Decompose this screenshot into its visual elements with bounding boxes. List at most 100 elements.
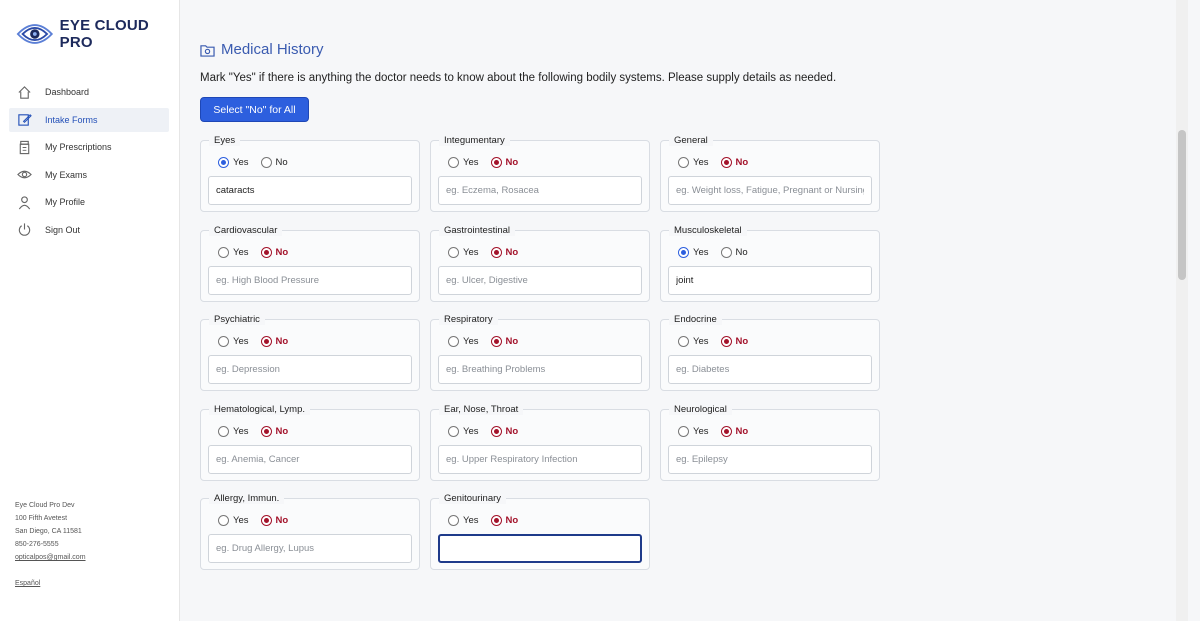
radio-dot[interactable] xyxy=(490,246,502,258)
no-radio[interactable]: No xyxy=(260,336,289,347)
radio-dot[interactable] xyxy=(448,246,459,258)
yes-label: Yes xyxy=(233,515,249,526)
radio-dot[interactable] xyxy=(448,515,459,526)
no-radio[interactable]: No xyxy=(490,246,518,258)
radio-dot[interactable] xyxy=(678,425,689,437)
brand-logo[interactable]: EYE CLOUD PRO xyxy=(16,17,179,51)
sidebar-item-my-profile[interactable]: My Profile xyxy=(9,190,169,214)
sidebar-item-sign-out[interactable]: Sign Out xyxy=(9,218,169,242)
details-input[interactable] xyxy=(208,534,412,563)
radio-dot[interactable] xyxy=(720,157,732,168)
no-radio[interactable]: No xyxy=(720,246,748,258)
details-input[interactable] xyxy=(668,355,872,384)
yes-label: Yes xyxy=(463,336,479,347)
scrollbar-thumb[interactable] xyxy=(1178,130,1186,280)
system-label: General xyxy=(669,135,713,146)
sidebar-item-intake-forms[interactable]: Intake Forms xyxy=(9,107,169,132)
details-input[interactable] xyxy=(208,265,412,295)
radio-dot[interactable] xyxy=(720,246,732,258)
radio-dot[interactable] xyxy=(678,157,689,168)
radio-dot[interactable] xyxy=(448,425,459,437)
radio-dot[interactable] xyxy=(448,157,459,168)
radio-dot[interactable] xyxy=(490,157,502,168)
yes-radio[interactable]: Yes xyxy=(678,425,709,437)
scrollbar[interactable] xyxy=(1176,0,1188,621)
system-card-endocrine: Endocrine Yes No xyxy=(660,314,880,391)
yes-radio[interactable]: Yes xyxy=(678,336,709,347)
select-no-for-all-button[interactable]: Select "No" for All xyxy=(200,97,309,122)
sidebar-item-my-prescriptions[interactable]: My Prescriptions xyxy=(9,135,169,159)
yes-no-radio-group: Yes No xyxy=(678,425,760,437)
radio-dot[interactable] xyxy=(720,425,732,437)
radio-dot[interactable] xyxy=(678,336,689,347)
no-radio[interactable]: No xyxy=(490,515,518,526)
details-input[interactable] xyxy=(438,444,642,474)
yes-no-radio-group: Yes No xyxy=(678,157,760,168)
system-label: Eyes xyxy=(209,135,241,146)
details-input[interactable] xyxy=(438,355,642,384)
radio-dot[interactable] xyxy=(490,515,502,526)
sidebar-item-my-exams[interactable]: My Exams xyxy=(9,163,169,187)
radio-dot[interactable] xyxy=(218,515,229,526)
no-radio[interactable]: No xyxy=(490,336,518,347)
yes-label: Yes xyxy=(233,157,249,168)
yes-no-radio-group: Yes No xyxy=(218,246,300,258)
radio-dot[interactable] xyxy=(218,425,229,437)
yes-radio[interactable]: Yes xyxy=(678,246,709,258)
no-label: No xyxy=(735,336,749,347)
details-input[interactable] xyxy=(208,176,412,205)
radio-dot[interactable] xyxy=(260,157,272,168)
yes-radio[interactable]: Yes xyxy=(218,246,249,258)
yes-label: Yes xyxy=(693,246,709,258)
email-link[interactable]: opticalpos@gmail.com xyxy=(15,551,86,564)
yes-radio[interactable]: Yes xyxy=(448,157,479,168)
radio-dot[interactable] xyxy=(260,246,272,258)
no-label: No xyxy=(275,336,289,347)
radio-dot[interactable] xyxy=(490,425,502,437)
yes-radio[interactable]: Yes xyxy=(678,157,709,168)
details-input[interactable] xyxy=(438,176,642,205)
no-radio[interactable]: No xyxy=(260,515,289,526)
no-radio[interactable]: No xyxy=(490,157,518,168)
no-radio[interactable]: No xyxy=(260,157,288,168)
details-input[interactable] xyxy=(668,444,872,474)
no-radio[interactable]: No xyxy=(720,425,748,437)
no-label: No xyxy=(735,157,749,168)
radio-dot[interactable] xyxy=(720,336,732,347)
phone-number: 850-276-5555 xyxy=(15,541,59,548)
yes-radio[interactable]: Yes xyxy=(218,157,249,168)
no-radio[interactable]: No xyxy=(720,336,749,347)
details-input[interactable] xyxy=(438,534,642,563)
details-input[interactable] xyxy=(208,355,412,384)
sidebar-item-dashboard[interactable]: Dashboard xyxy=(9,80,169,104)
yes-no-radio-group: Yes No xyxy=(448,336,530,347)
details-input[interactable] xyxy=(438,265,642,295)
radio-dot[interactable] xyxy=(490,336,502,347)
radio-dot[interactable] xyxy=(218,246,229,258)
language-link[interactable]: Español xyxy=(15,577,86,590)
yes-radio[interactable]: Yes xyxy=(448,246,479,258)
details-input[interactable] xyxy=(668,176,872,205)
no-label: No xyxy=(275,515,289,526)
yes-radio[interactable]: Yes xyxy=(448,515,479,526)
no-radio[interactable]: No xyxy=(260,425,288,437)
no-radio[interactable]: No xyxy=(490,425,519,437)
yes-label: Yes xyxy=(693,425,709,437)
no-radio[interactable]: No xyxy=(260,246,288,258)
radio-dot[interactable] xyxy=(678,246,689,258)
radio-dot[interactable] xyxy=(218,336,229,347)
yes-radio[interactable]: Yes xyxy=(448,425,479,437)
yes-radio[interactable]: Yes xyxy=(218,425,249,437)
details-input[interactable] xyxy=(208,444,412,474)
radio-dot[interactable] xyxy=(218,157,229,168)
radio-dot[interactable] xyxy=(260,425,272,437)
yes-radio[interactable]: Yes xyxy=(218,336,249,347)
yes-radio[interactable]: Yes xyxy=(448,336,479,347)
no-radio[interactable]: No xyxy=(720,157,749,168)
radio-dot[interactable] xyxy=(260,515,272,526)
yes-radio[interactable]: Yes xyxy=(218,515,249,526)
details-input[interactable] xyxy=(668,265,872,295)
radio-dot[interactable] xyxy=(260,336,272,347)
no-label: No xyxy=(505,425,519,437)
radio-dot[interactable] xyxy=(448,336,459,347)
